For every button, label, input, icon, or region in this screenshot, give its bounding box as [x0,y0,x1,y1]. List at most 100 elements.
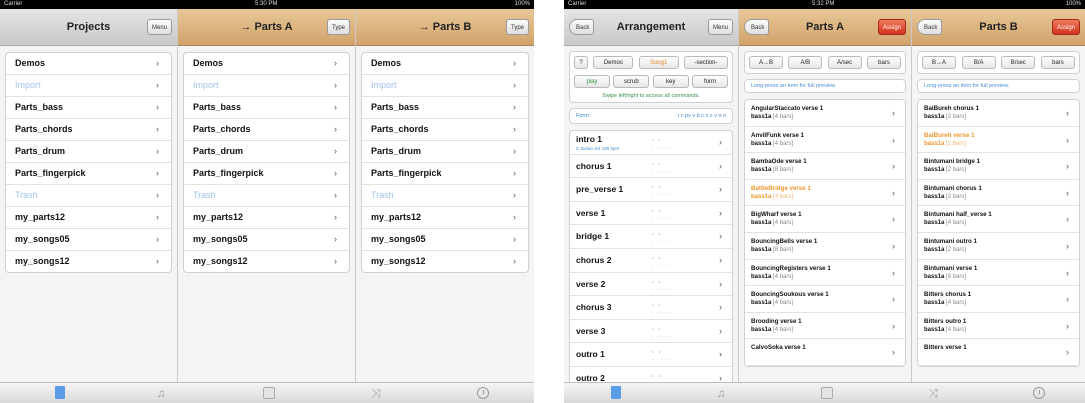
list-item[interactable]: Import › [184,75,349,97]
section-row[interactable]: intro 1C dorian 4/4 100 bpm • • - - - - -… [570,131,732,155]
section-row[interactable]: bridge 1 • • - - - - - › [570,225,732,249]
back-button[interactable]: Back [569,19,595,35]
b-bars-button[interactable]: bars [1040,56,1075,69]
list-item[interactable]: Parts_bass › [362,97,528,119]
list-item[interactable]: Trash › [362,185,528,207]
list-item[interactable]: Trash › [6,185,171,207]
list-item[interactable]: Import › [362,75,528,97]
project-button[interactable]: Demos [593,56,634,69]
document-icon[interactable] [53,386,67,400]
part-row[interactable]: AngularStaccato verse 1 bass1a [4 bars] › [745,100,905,127]
play-button[interactable]: play [574,75,610,88]
album-icon[interactable] [262,386,276,400]
list-item[interactable]: my_songs05 › [184,229,349,251]
part-row[interactable]: BaiBureh verse 1 bass1a [2 bars] › [918,127,1079,154]
list-item[interactable]: Parts_drum › [362,141,528,163]
song-button[interactable]: Song1 [638,56,679,69]
b-to-a-button[interactable]: B→A [922,56,956,69]
section-row[interactable]: outro 1 • • - - - - - › [570,343,732,367]
list-item-label: my_songs05 [193,234,248,244]
list-item[interactable]: my_songs12 › [184,251,349,272]
assign-button-b[interactable]: Assign [1051,19,1080,35]
form-value[interactable]: i c pv v b c v c v o o [678,113,726,119]
list-item[interactable]: Trash › [184,185,349,207]
a-slash-b-button[interactable]: A/B [788,56,823,69]
a-bars-button[interactable]: bars [866,56,901,69]
part-row[interactable]: Bintumani half_verse 1 bass1a [4 bars] › [918,206,1079,233]
music-note-icon[interactable]: ♫ [714,386,728,400]
section-button[interactable]: -section- [683,56,728,69]
part-row[interactable]: BigWharf verse 1 bass1a [4 bars] › [745,206,905,233]
list-item-label: Parts_chords [371,124,429,134]
section-row[interactable]: verse 1 • • - - - - - › [570,202,732,226]
list-item[interactable]: my_songs12 › [6,251,171,272]
b-sec-button[interactable]: B/sec [1001,56,1036,69]
list-item[interactable]: my_songs12 › [362,251,528,272]
list-item[interactable]: Parts_bass › [6,97,171,119]
list-item[interactable]: Demos › [362,53,528,75]
list-item[interactable]: my_songs05 › [362,229,528,251]
help-button[interactable]: ? [574,56,588,69]
section-row[interactable]: chorus 2 • • - - - - - › [570,249,732,273]
shuffle-icon[interactable]: ⤨ [926,386,940,400]
list-item[interactable]: Parts_fingerpick › [6,163,171,185]
album-icon[interactable] [820,386,834,400]
list-item[interactable]: Parts_fingerpick › [184,163,349,185]
b-slash-a-button[interactable]: B/A [961,56,996,69]
list-item[interactable]: Parts_chords › [362,119,528,141]
menu-button-right[interactable]: Menu [707,19,733,35]
list-item[interactable]: Demos › [6,53,171,75]
part-row[interactable]: Bitters chorus 1 bass1a [4 bars] › [918,286,1079,313]
part-row[interactable]: Brooding verse 1 bass1a [4 bars] › [745,313,905,340]
part-row[interactable]: BambaOde verse 1 bass1a [8 bars] › [745,153,905,180]
list-item[interactable]: Parts_bass › [184,97,349,119]
key-button[interactable]: key [652,75,689,88]
list-item[interactable]: Parts_drum › [6,141,171,163]
list-item[interactable]: my_parts12 › [184,207,349,229]
assign-button-a[interactable]: Assign [877,19,906,35]
section-row[interactable]: verse 3 • • - - - - - › [570,320,732,344]
menu-button[interactable]: Menu [146,19,172,35]
parts-a-back-button[interactable]: Back [744,19,770,35]
list-item[interactable]: my_parts12 › [6,207,171,229]
part-row[interactable]: CalvoSoka verse 1 › [745,339,905,366]
section-row[interactable]: chorus 1 • • - - - - - › [570,155,732,179]
music-note-icon[interactable]: ♫ [154,386,168,400]
part-row[interactable]: Bintumani bridge 1 bass1a [2 bars] › [918,153,1079,180]
part-row[interactable]: Bitters outro 1 bass1a [4 bars] › [918,313,1079,340]
list-item[interactable]: my_parts12 › [362,207,528,229]
list-item[interactable]: Parts_chords › [6,119,171,141]
shuffle-icon[interactable]: ⤨ [369,386,383,400]
part-row[interactable]: Bitters verse 1 › [918,339,1079,366]
clock-icon[interactable] [1032,386,1046,400]
part-row[interactable]: Bintumani verse 1 bass1a [8 bars] › [918,260,1079,287]
clock-icon[interactable] [476,386,490,400]
list-item[interactable]: Demos › [184,53,349,75]
scrub-button[interactable]: scrub [613,75,650,88]
type-button-b[interactable]: Type [505,19,529,35]
list-item[interactable]: Import › [6,75,171,97]
list-item[interactable]: Parts_fingerpick › [362,163,528,185]
part-row[interactable]: BouncingRegisters verse 1 bass1a [4 bars]… [745,260,905,287]
part-row[interactable]: BouncingBells verse 1 bass1a [8 bars] › [745,233,905,260]
a-sec-button[interactable]: A/sec [827,56,862,69]
document-icon[interactable] [609,386,623,400]
parts-b-back-button[interactable]: Back [917,19,943,35]
part-row[interactable]: Bintumani outro 1 bass1a [2 bars] › [918,233,1079,260]
part-row[interactable]: Bintumani chorus 1 bass1a [2 bars] › [918,180,1079,207]
type-button-a[interactable]: Type [326,19,350,35]
list-item[interactable]: Parts_chords › [184,119,349,141]
section-row[interactable]: verse 2 • • - - - - - › [570,273,732,297]
list-item[interactable]: my_songs05 › [6,229,171,251]
section-row[interactable]: chorus 3 • • - - - - - › [570,296,732,320]
part-row[interactable]: BouncingSoukous verse 1 bass1a [4 bars] › [745,286,905,313]
part-row[interactable]: BaiBureh chorus 1 bass1a [2 bars] › [918,100,1079,127]
section-row[interactable]: pre_verse 1 • • - - - - - › [570,178,732,202]
a-to-b-button[interactable]: A→B [749,56,783,69]
form-button[interactable]: form [691,75,728,88]
part-subtitle: bass1a [4 bars] [751,193,905,201]
part-row[interactable]: BattleBridge verse 1 bass1a [4 bars] › [745,180,905,207]
list-item[interactable]: Parts_drum › [184,141,349,163]
battery-label-right: 100% [1065,1,1081,7]
part-row[interactable]: AnvilFunk verse 1 bass1a [4 bars] › [745,127,905,154]
